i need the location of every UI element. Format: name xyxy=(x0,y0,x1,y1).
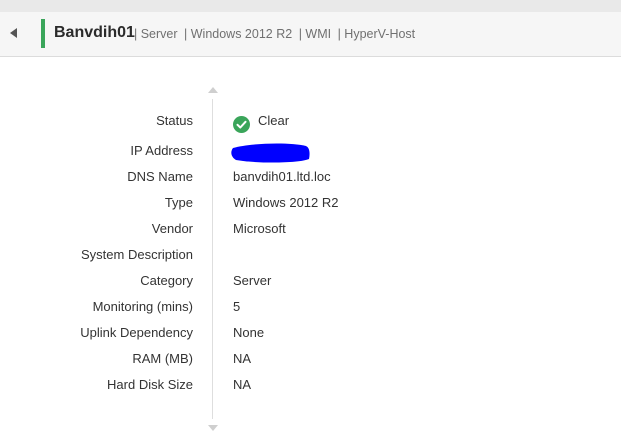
tag-os: | Windows 2012 R2 xyxy=(184,27,293,41)
detail-row-ip-address: IP Address xyxy=(0,139,621,165)
tag-protocol: | WMI xyxy=(298,27,332,41)
device-tags: | Server | Windows 2012 R2 | WMI | Hyper… xyxy=(134,27,418,41)
detail-label: Vendor xyxy=(151,221,193,236)
detail-row-category: Category Server xyxy=(0,269,621,295)
detail-row-type: Type Windows 2012 R2 xyxy=(0,191,621,217)
detail-value: Server xyxy=(233,273,272,288)
detail-label: Monitoring (mins) xyxy=(92,299,193,314)
detail-row-uplink-dependency: Uplink Dependency None xyxy=(0,321,621,347)
detail-row-ram: RAM (MB) NA xyxy=(0,347,621,373)
detail-label: Category xyxy=(140,273,193,288)
details-list: Status Clear IP Address DNS Name banvdih… xyxy=(0,109,621,409)
detail-label: DNS Name xyxy=(127,169,193,184)
detail-label: Hard Disk Size xyxy=(107,377,193,392)
tag-category: | Server xyxy=(134,27,178,41)
detail-row-status: Status Clear xyxy=(0,109,621,135)
status-accent-bar xyxy=(41,19,45,48)
detail-label: RAM (MB) xyxy=(132,351,193,366)
detail-row-monitoring-interval: Monitoring (mins) 5 xyxy=(0,295,621,321)
detail-label: Status xyxy=(156,113,193,128)
detail-value: banvdih01.ltd.loc xyxy=(233,169,331,184)
detail-value: Windows 2012 R2 xyxy=(233,195,339,210)
tag-role: | HyperV-Host xyxy=(337,27,416,41)
device-header: Banvdih01 | Server | Windows 2012 R2 | W… xyxy=(0,12,621,57)
detail-row-system-description: System Description xyxy=(0,243,621,269)
detail-value: NA xyxy=(233,377,252,392)
detail-row-vendor: Vendor Microsoft xyxy=(0,217,621,243)
detail-row-hard-disk-size: Hard Disk Size NA xyxy=(0,373,621,399)
detail-value: None xyxy=(233,325,265,340)
detail-label: Type xyxy=(164,195,193,210)
check-circle-icon xyxy=(233,116,250,133)
detail-value: Microsoft xyxy=(233,221,286,236)
status-value: Clear xyxy=(258,113,290,128)
detail-label: IP Address xyxy=(130,143,193,158)
details-pane[interactable]: Status Clear IP Address DNS Name banvdih… xyxy=(0,57,621,438)
detail-value: 5 xyxy=(233,299,241,314)
detail-row-dns-name: DNS Name banvdih01.ltd.loc xyxy=(0,165,621,191)
scroll-down-arrow-icon[interactable] xyxy=(208,425,218,431)
scroll-up-arrow-icon[interactable] xyxy=(208,87,218,93)
detail-label: Uplink Dependency xyxy=(80,325,193,340)
detail-value: NA xyxy=(233,351,252,366)
device-title: Banvdih01 xyxy=(54,24,135,41)
redaction-mark xyxy=(231,143,310,163)
top-strip xyxy=(0,0,621,12)
detail-label: System Description xyxy=(81,247,193,262)
caret-left-icon xyxy=(10,28,17,38)
back-button[interactable] xyxy=(4,22,24,44)
